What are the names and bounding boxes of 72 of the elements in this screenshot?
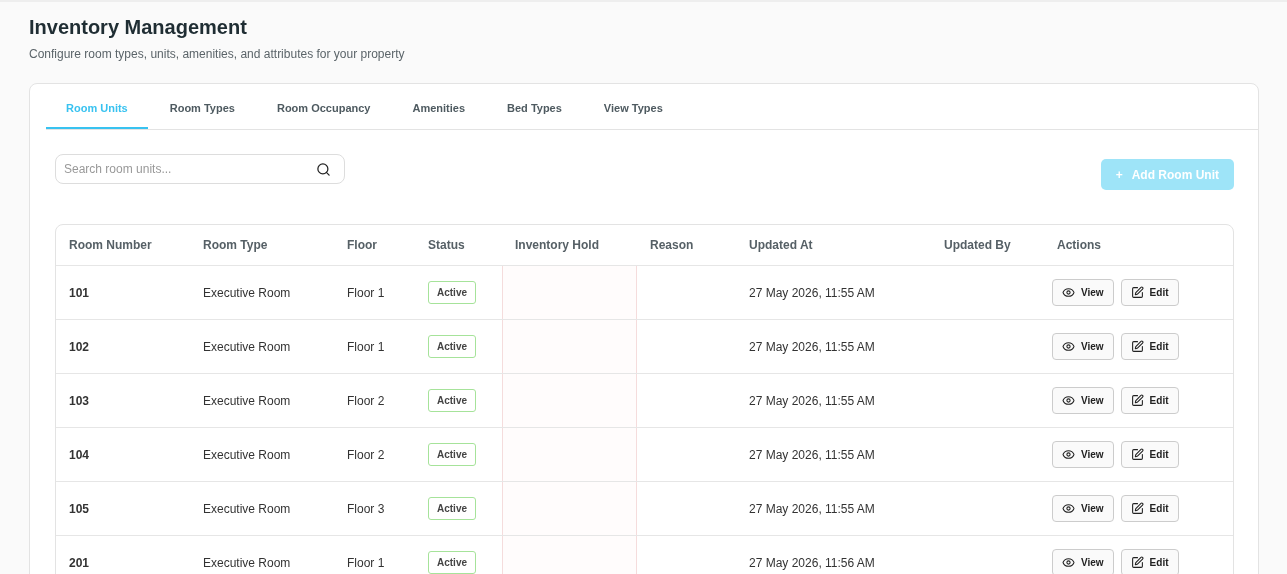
search-field[interactable]: Search room units... [55,154,345,184]
table-cell-text: 27 May 2026, 11:55 AM [748,284,876,302]
page-subtitle: Configure room types, units, amenities, and attributes for your property [29,47,406,61]
eye-icon [1062,286,1075,299]
view-button[interactable]: View [1052,441,1114,468]
table-cell-text: 101 [68,284,91,302]
column-header: Inventory Hold [514,237,600,254]
view-button[interactable]: View [1052,387,1114,414]
status-badge: Active [428,389,476,412]
edit-button[interactable]: Edit [1120,495,1179,522]
table-cell-text: Floor 1 [346,338,386,356]
status-badge: Active [428,335,476,358]
status-badge: Active [428,551,476,574]
search-icon [316,162,331,177]
edit-button[interactable]: Edit [1120,333,1179,360]
tab[interactable]: Room Types [149,84,255,129]
table-cell-text: 103 [68,392,91,410]
view-button[interactable]: View [1052,495,1114,522]
table-cell-text: Floor 2 [346,392,386,410]
eye-icon [1062,340,1075,353]
table-cell-text: Floor 3 [346,500,386,518]
table-cell-text: 104 [68,446,91,464]
column-header: Updated By [943,237,1012,254]
table-cell-text: Executive Room [202,392,292,410]
column-header: Actions [1056,237,1102,254]
column-header: Status [427,237,466,254]
edit-button[interactable]: Edit [1120,387,1179,414]
table-cell-text: 27 May 2026, 11:55 AM [748,446,876,464]
edit-button[interactable]: Edit [1120,549,1179,574]
table-cell-text: Floor 2 [346,446,386,464]
page-title: Inventory Management [29,16,248,39]
pencil-icon [1130,556,1144,569]
eye-icon [1062,556,1075,569]
table-cell-text: Executive Room [202,446,292,464]
eye-icon [1062,502,1075,515]
eye-icon [1062,394,1075,407]
status-badge: Active [428,443,476,466]
table-cell-text: Floor 1 [346,284,386,302]
table-cell-text: 102 [68,338,91,356]
view-button[interactable]: View [1052,549,1114,574]
table-cell-text: 201 [68,554,91,572]
table-cell-text: 27 May 2026, 11:55 AM [748,338,876,356]
pencil-icon [1130,394,1144,407]
status-badge: Active [428,281,476,304]
table-cell-text: 27 May 2026, 11:55 AM [748,392,876,410]
status-badge: Active [428,497,476,520]
eye-icon [1062,448,1075,461]
pencil-icon [1130,340,1144,353]
view-button[interactable]: View [1052,333,1114,360]
column-header: Room Type [202,237,269,254]
table-cell-text: 105 [68,500,91,518]
pencil-icon [1130,448,1144,461]
column-header: Room Number [68,237,153,254]
edit-button[interactable]: Edit [1120,441,1179,468]
column-header: Updated At [748,237,814,254]
table-cell-text: Executive Room [202,338,292,356]
table-cell-text: Executive Room [202,554,292,572]
tab[interactable]: Amenities [392,84,486,129]
table-cell-text: Executive Room [202,500,292,518]
pencil-icon [1130,286,1144,299]
view-button[interactable]: View [1052,279,1114,306]
pencil-icon [1130,502,1144,515]
table-cell-text: Executive Room [202,284,292,302]
column-header: Reason [649,237,695,254]
edit-button[interactable]: Edit [1120,279,1179,306]
table-cell-text: 27 May 2026, 11:55 AM [748,500,876,518]
table-cell-text: 27 May 2026, 11:56 AM [748,554,876,572]
table-cell-text: Floor 1 [346,554,386,572]
tab[interactable]: View Types [583,84,683,129]
column-header: Floor [346,237,378,254]
tab[interactable]: Bed Types [487,84,582,129]
tab[interactable]: Room Occupancy [256,84,391,129]
